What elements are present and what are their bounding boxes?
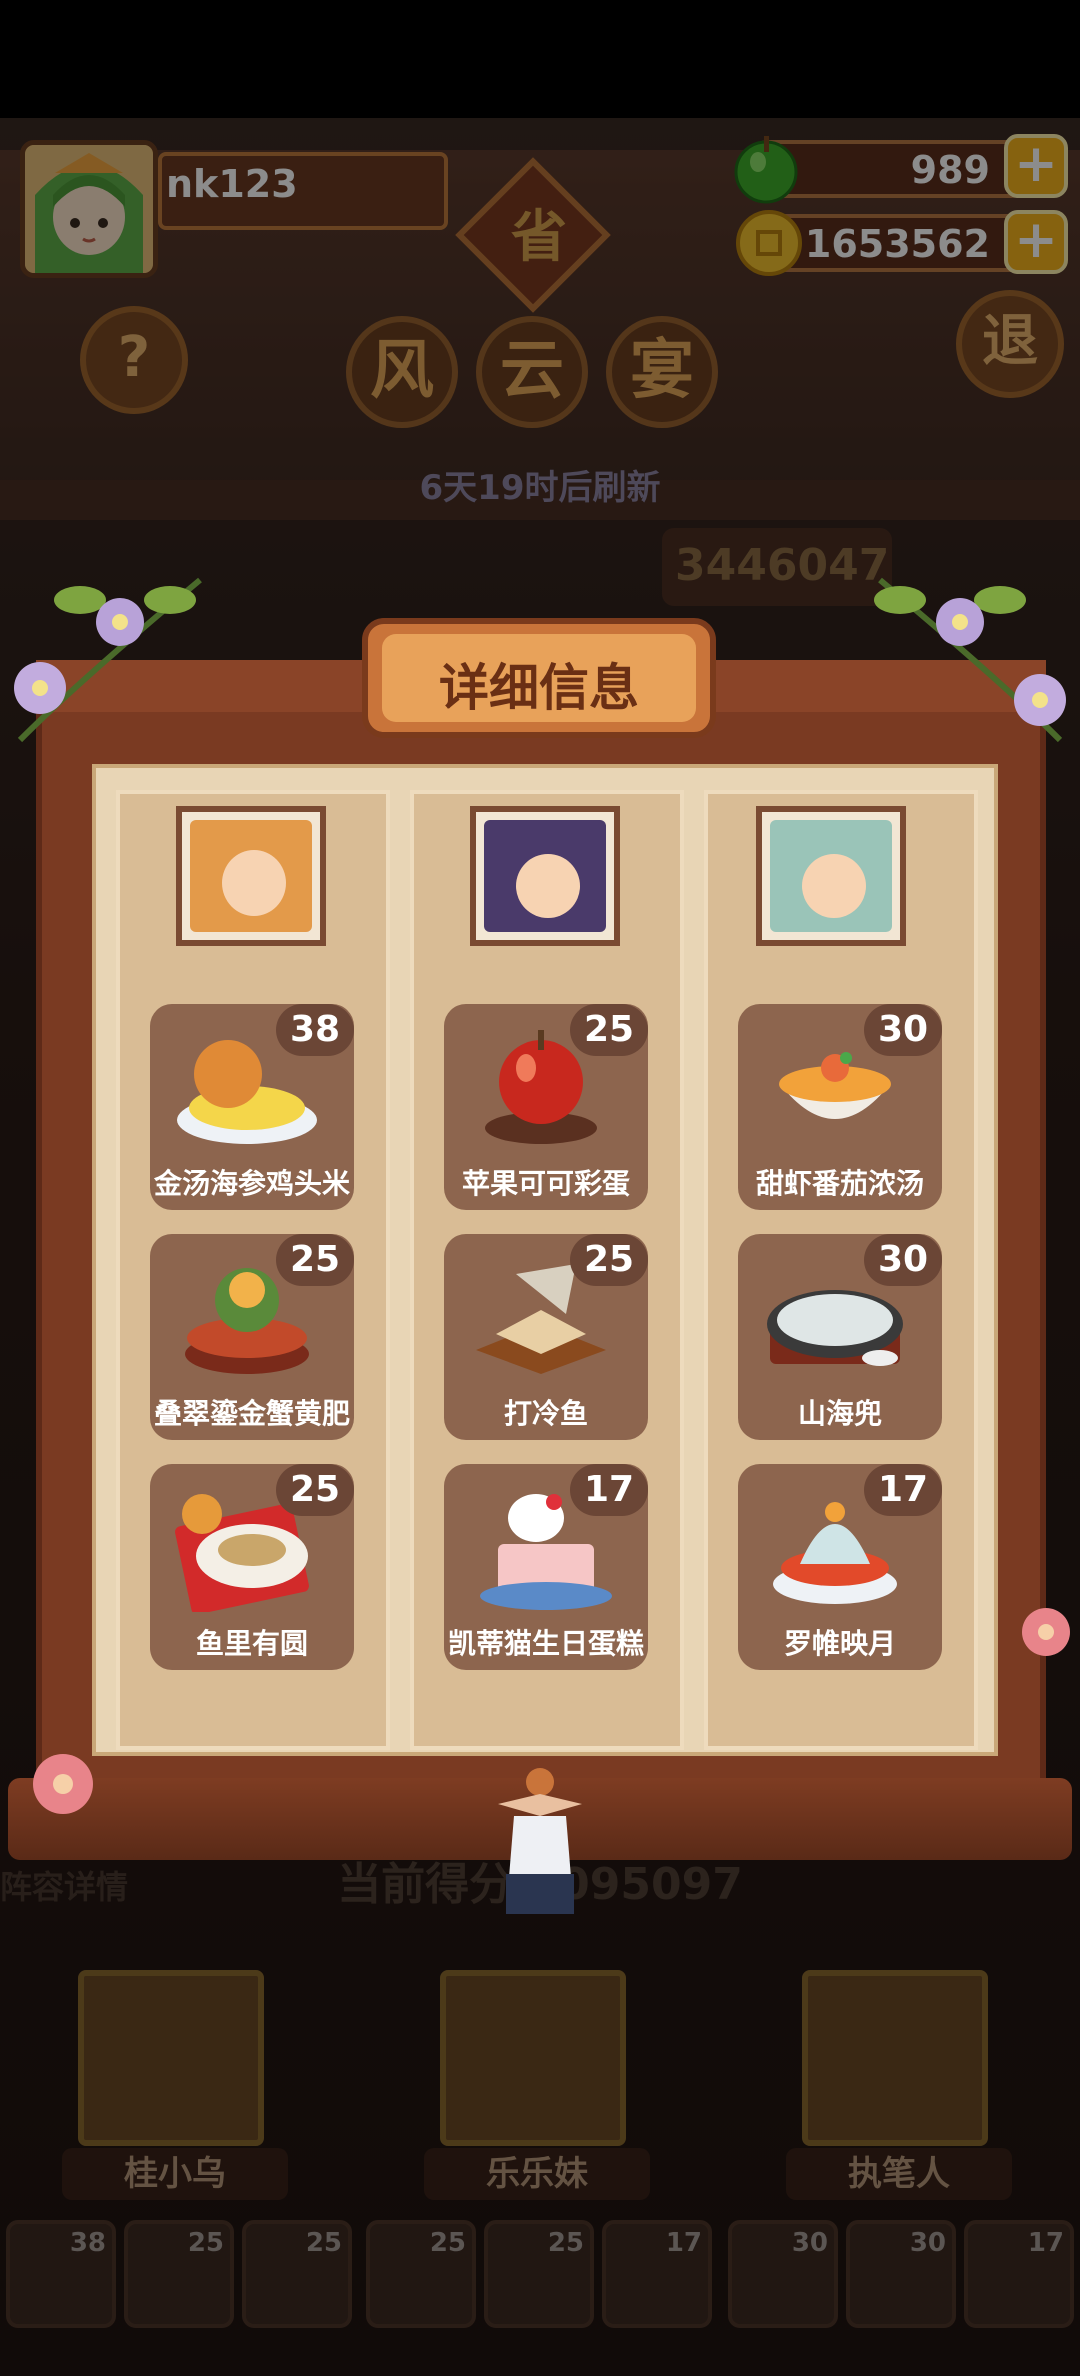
dish-card[interactable]: 17 罗帷映月 — [738, 1464, 942, 1670]
dish-card[interactable]: 25 叠翠鎏金蟹黄肥 — [150, 1234, 354, 1440]
dish-name: 罗帷映月 — [783, 1627, 896, 1660]
dish-score-badge: 25 — [570, 1234, 648, 1286]
dish-card[interactable]: 25 苹果可可彩蛋 — [444, 1004, 648, 1210]
blossom-icon — [33, 1754, 93, 1814]
dish-score-badge: 25 — [276, 1464, 354, 1516]
dish-name: 鱼里有圆 — [195, 1627, 308, 1660]
dish-name: 金汤海参鸡头米 — [153, 1167, 350, 1200]
chef-portrait-1[interactable] — [176, 806, 326, 946]
dish-score-badge: 25 — [570, 1004, 648, 1056]
status-bar — [0, 0, 1080, 118]
flower-decoration-icon — [874, 577, 1066, 743]
dish-card[interactable]: 25 鱼里有圆 — [150, 1464, 354, 1670]
chef-portrait-3[interactable] — [756, 806, 906, 946]
dish-card[interactable]: 30 山海兜 — [738, 1234, 942, 1440]
dish-score-badge: 30 — [864, 1004, 942, 1056]
dish-card[interactable]: 38 金汤海参鸡头米 — [150, 1004, 354, 1210]
dish-card[interactable]: 30 甜虾番茄浓汤 — [738, 1004, 942, 1210]
dish-score-badge: 17 — [570, 1464, 648, 1516]
dish-score-badge: 38 — [276, 1004, 354, 1056]
dish-score-badge: 30 — [864, 1234, 942, 1286]
dish-name: 叠翠鎏金蟹黄肥 — [153, 1397, 350, 1430]
flower-decoration-icon — [14, 577, 202, 743]
dish-name: 甜虾番茄浓汤 — [755, 1167, 924, 1200]
knot-ornament-icon — [498, 1768, 582, 1914]
dish-name: 山海兜 — [797, 1397, 882, 1430]
dish-name: 打冷鱼 — [503, 1397, 588, 1430]
dish-score-badge: 25 — [276, 1234, 354, 1286]
dish-card[interactable]: 17 凯蒂猫生日蛋糕 — [444, 1464, 648, 1670]
panel-title: 详细信息 — [439, 659, 639, 717]
blossom-icon — [1022, 1608, 1070, 1656]
chef-portrait-2[interactable] — [470, 806, 620, 946]
dish-score-badge: 17 — [864, 1464, 942, 1516]
dish-name: 苹果可可彩蛋 — [461, 1167, 630, 1200]
dish-name: 凯蒂猫生日蛋糕 — [447, 1627, 644, 1660]
dish-card[interactable]: 25 打冷鱼 — [444, 1234, 648, 1440]
